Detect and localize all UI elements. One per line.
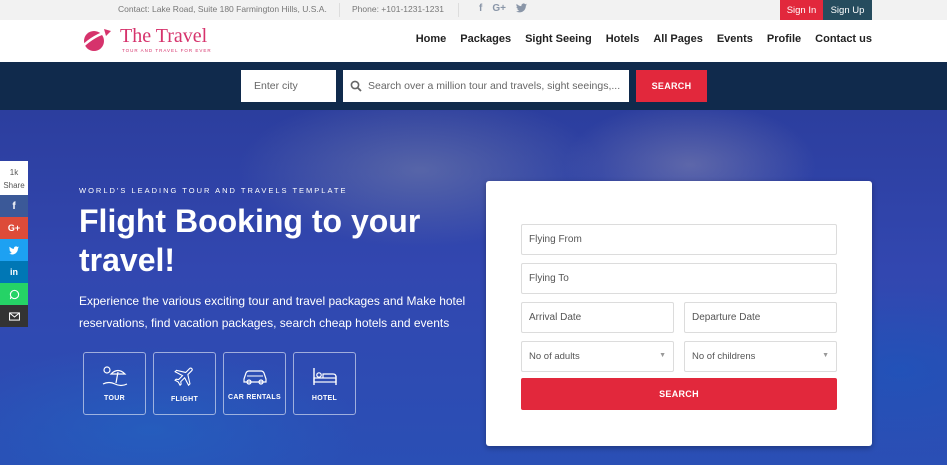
car-icon [242,370,267,385]
departure-date-input[interactable]: Departure Date [684,302,837,333]
divider [339,3,340,17]
nav-item-contact-us[interactable]: Contact us [815,33,872,45]
main-header: The Travel TOUR AND TRAVEL FOR EVER Home… [0,20,947,62]
beach-umbrella-icon [102,366,127,387]
chevron-down-icon: ▼ [659,352,666,359]
facebook-icon[interactable]: f [0,195,28,217]
nav-item-packages[interactable]: Packages [460,33,511,45]
twitter-icon[interactable] [0,239,28,261]
tile-tour[interactable]: TOUR [83,352,146,415]
hero-section: WORLD'S LEADING TOUR AND TRAVELS TEMPLAT… [0,110,947,465]
tile-flight[interactable]: FLIGHT [153,352,216,415]
share-sidebar: 1k Share f G+ in [0,161,28,327]
tile-hotel[interactable]: HOTEL [293,352,356,415]
chevron-down-icon: ▼ [822,352,829,359]
flying-from-input[interactable]: Flying From [521,224,837,255]
hero-kicker: WORLD'S LEADING TOUR AND TRAVELS TEMPLAT… [79,186,348,195]
hero-headline: Flight Booking to your travel! [79,203,421,278]
childrens-select[interactable]: No of childrens ▼ [684,341,837,372]
whatsapp-icon[interactable] [0,283,28,305]
nav-item-hotels[interactable]: Hotels [606,33,640,45]
top-bar: Contact: Lake Road, Suite 180 Farmington… [0,0,947,20]
sign-up-button[interactable]: Sign Up [823,0,872,20]
bed-icon [312,368,337,385]
email-icon[interactable] [0,305,28,327]
adults-select-value: No of adults [529,351,580,362]
main-nav: Home Packages Sight Seeing Hotels All Pa… [416,33,872,45]
share-label: Share [3,181,25,190]
share-count-box: 1k Share [0,161,28,195]
tile-label: HOTEL [311,395,338,402]
nav-item-home[interactable]: Home [416,33,447,45]
booking-form: Flying From Flying To Arrival Date Depar… [486,181,872,446]
logo-icon[interactable] [80,27,112,53]
tile-car-rentals[interactable]: CAR RENTALS [223,352,286,415]
logo-tagline: TOUR AND TRAVEL FOR EVER [122,48,212,53]
tile-label: TOUR [104,395,125,402]
airplane-icon [173,367,193,387]
sign-in-button[interactable]: Sign In [780,0,823,20]
tile-label: FLIGHT [170,396,199,403]
google-plus-icon[interactable]: G+ [492,3,506,16]
facebook-icon[interactable]: f [479,3,482,16]
twitter-icon[interactable] [515,3,527,16]
contact-phone: Phone: +101-1231-1231 [352,4,444,14]
nav-item-all-pages[interactable]: All Pages [653,33,703,45]
tour-search-input[interactable]: Search over a million tour and travels, … [343,70,629,102]
category-tiles: TOUR FLIGHT CAR RENTALS HOTEL [83,352,356,415]
search-strip: Enter city Search over a million tour an… [0,62,947,110]
search-icon [350,80,362,92]
arrival-date-input[interactable]: Arrival Date [521,302,674,333]
booking-search-button[interactable]: SEARCH [521,378,837,410]
linkedin-icon[interactable]: in [0,261,28,283]
flying-to-input[interactable]: Flying To [521,263,837,294]
logo-title[interactable]: The Travel [120,25,207,48]
social-links: f G+ [479,3,527,16]
adults-select[interactable]: No of adults ▼ [521,341,674,372]
city-input[interactable]: Enter city [241,70,336,102]
tile-label: CAR RENTALS [228,394,281,401]
google-plus-icon[interactable]: G+ [0,217,28,239]
nav-item-profile[interactable]: Profile [767,33,801,45]
contact-address: Contact: Lake Road, Suite 180 Farmington… [118,4,327,14]
strip-search-button[interactable]: SEARCH [636,70,707,102]
nav-item-sight-seeing[interactable]: Sight Seeing [525,33,592,45]
tour-search-placeholder: Search over a million tour and travels, … [368,80,621,92]
nav-item-events[interactable]: Events [717,33,753,45]
childrens-select-value: No of childrens [692,351,756,362]
divider [458,3,459,17]
share-count: 1k [9,168,19,177]
hero-description: Experience the various exciting tour and… [79,294,466,330]
